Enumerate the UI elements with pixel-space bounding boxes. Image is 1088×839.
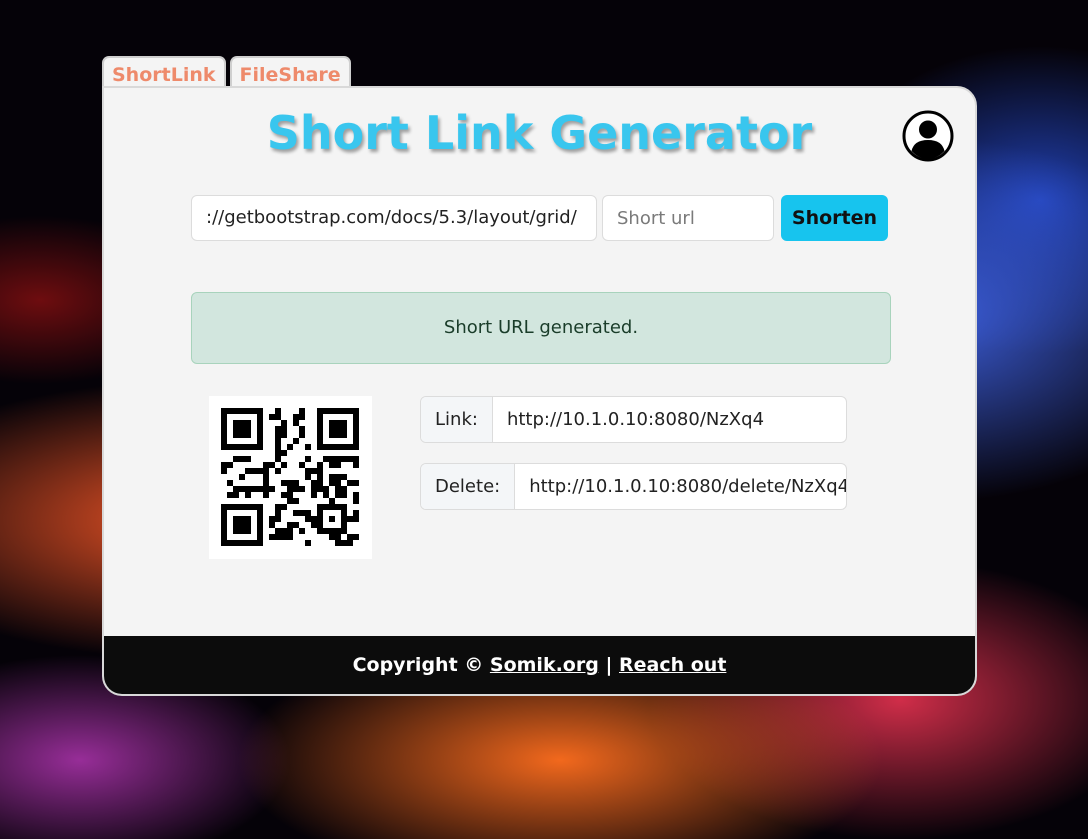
delete-field: Delete: http://10.1.0.10:8080/delete/NzX… [420,463,847,510]
user-circle-icon[interactable] [902,110,954,162]
qr-code-icon [221,408,359,546]
short-url-input[interactable] [602,195,774,241]
link-value-input[interactable]: http://10.1.0.10:8080/NzXq4 [493,397,846,442]
delete-label: Delete: [421,464,516,509]
long-url-input[interactable]: ://getbootstrap.com/docs/5.3/layout/grid… [191,195,597,241]
page-title: Short Link Generator [266,106,813,160]
main-card: Short Link Generator ://getbootstrap.com… [102,86,977,696]
tab-fileshare[interactable]: FileShare [229,56,351,90]
link-field: Link: http://10.1.0.10:8080/NzXq4 [420,396,847,443]
success-alert: Short URL generated. [191,292,891,364]
tab-shortlink[interactable]: ShortLink [102,56,226,90]
delete-value-input[interactable]: http://10.1.0.10:8080/delete/NzXq4 [515,464,846,509]
tab-bar: ShortLink FileShare [102,56,351,90]
reach-out-link[interactable]: Reach out [619,654,726,676]
qr-code [209,396,372,559]
link-label: Link: [421,397,493,442]
footer-separator: | [598,654,619,676]
shorten-button[interactable]: Shorten [781,195,888,241]
footer: Copyright © Somik.org | Reach out [104,636,975,694]
site-link[interactable]: Somik.org [490,654,599,676]
copyright-text: Copyright © [352,654,490,676]
